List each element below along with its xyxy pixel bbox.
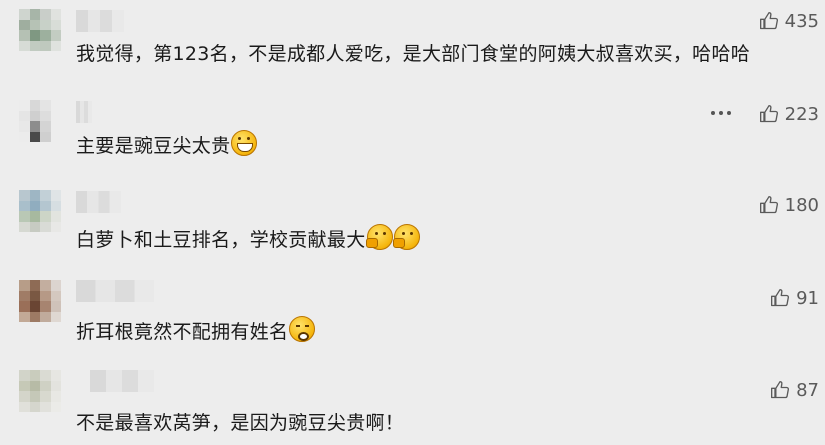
username-blurred[interactable] xyxy=(90,370,154,392)
like-button[interactable]: 435 xyxy=(759,9,819,33)
thumbs-up-icon xyxy=(759,12,778,30)
avatar[interactable] xyxy=(19,100,61,142)
thumbs-up-icon xyxy=(771,381,790,399)
comment-text: 白萝卜和土豆排名，学校贡献最大 xyxy=(76,224,420,252)
comment-text: 折耳根竟然不配拥有姓名 xyxy=(76,316,316,344)
username-blurred[interactable] xyxy=(76,280,154,302)
comment-text: 不是最喜欢莴笋，是因为豌豆尖贵啊！ xyxy=(76,412,405,434)
username-blurred[interactable] xyxy=(76,10,124,32)
thinking-icon xyxy=(365,224,393,250)
more-options-icon[interactable] xyxy=(711,111,731,115)
avatar[interactable] xyxy=(19,9,61,51)
avatar[interactable] xyxy=(19,370,61,412)
like-button[interactable]: 180 xyxy=(759,193,819,217)
smirk-icon xyxy=(289,316,316,342)
like-count: 435 xyxy=(784,10,819,32)
thumbs-up-icon xyxy=(759,196,778,214)
like-count: 180 xyxy=(784,194,819,216)
comment-item: 435 我觉得，第123名，不是成都人爱吃，是大部门食堂的阿姨大叔喜欢买，哈哈哈 xyxy=(0,0,825,92)
comment-item: 91 折耳根竟然不配拥有姓名 xyxy=(0,274,825,362)
comment-text: 我觉得，第123名，不是成都人爱吃，是大部门食堂的阿姨大叔喜欢买，哈哈哈 xyxy=(76,43,751,65)
username-blurred[interactable] xyxy=(76,101,92,123)
like-button[interactable]: 223 xyxy=(759,102,819,126)
comment-text-body: 主要是豌豆尖太贵 xyxy=(76,135,231,157)
comment-text: 主要是豌豆尖太贵 xyxy=(76,130,258,158)
comment-text-body: 白萝卜和土豆排名，学校贡献最大 xyxy=(76,229,366,251)
thinking-icon xyxy=(392,224,420,250)
like-count: 87 xyxy=(796,379,819,401)
username-blurred[interactable] xyxy=(76,191,121,213)
comment-item: 223 主要是豌豆尖太贵 xyxy=(0,92,825,184)
comment-text-body: 折耳根竟然不配拥有姓名 xyxy=(76,321,289,343)
like-count: 223 xyxy=(784,103,819,125)
thumbs-up-icon xyxy=(771,289,790,307)
like-count: 91 xyxy=(796,287,819,309)
comment-item: 180 白萝卜和土豆排名，学校贡献最大 xyxy=(0,184,825,274)
avatar[interactable] xyxy=(19,190,61,232)
grin-icon xyxy=(231,130,258,156)
like-button[interactable]: 87 xyxy=(770,378,819,402)
comment-item: 87 不是最喜欢莴笋，是因为豌豆尖贵啊！ xyxy=(0,362,825,445)
like-button[interactable]: 91 xyxy=(770,286,819,310)
avatar[interactable] xyxy=(19,280,61,322)
thumbs-up-icon xyxy=(759,105,778,123)
